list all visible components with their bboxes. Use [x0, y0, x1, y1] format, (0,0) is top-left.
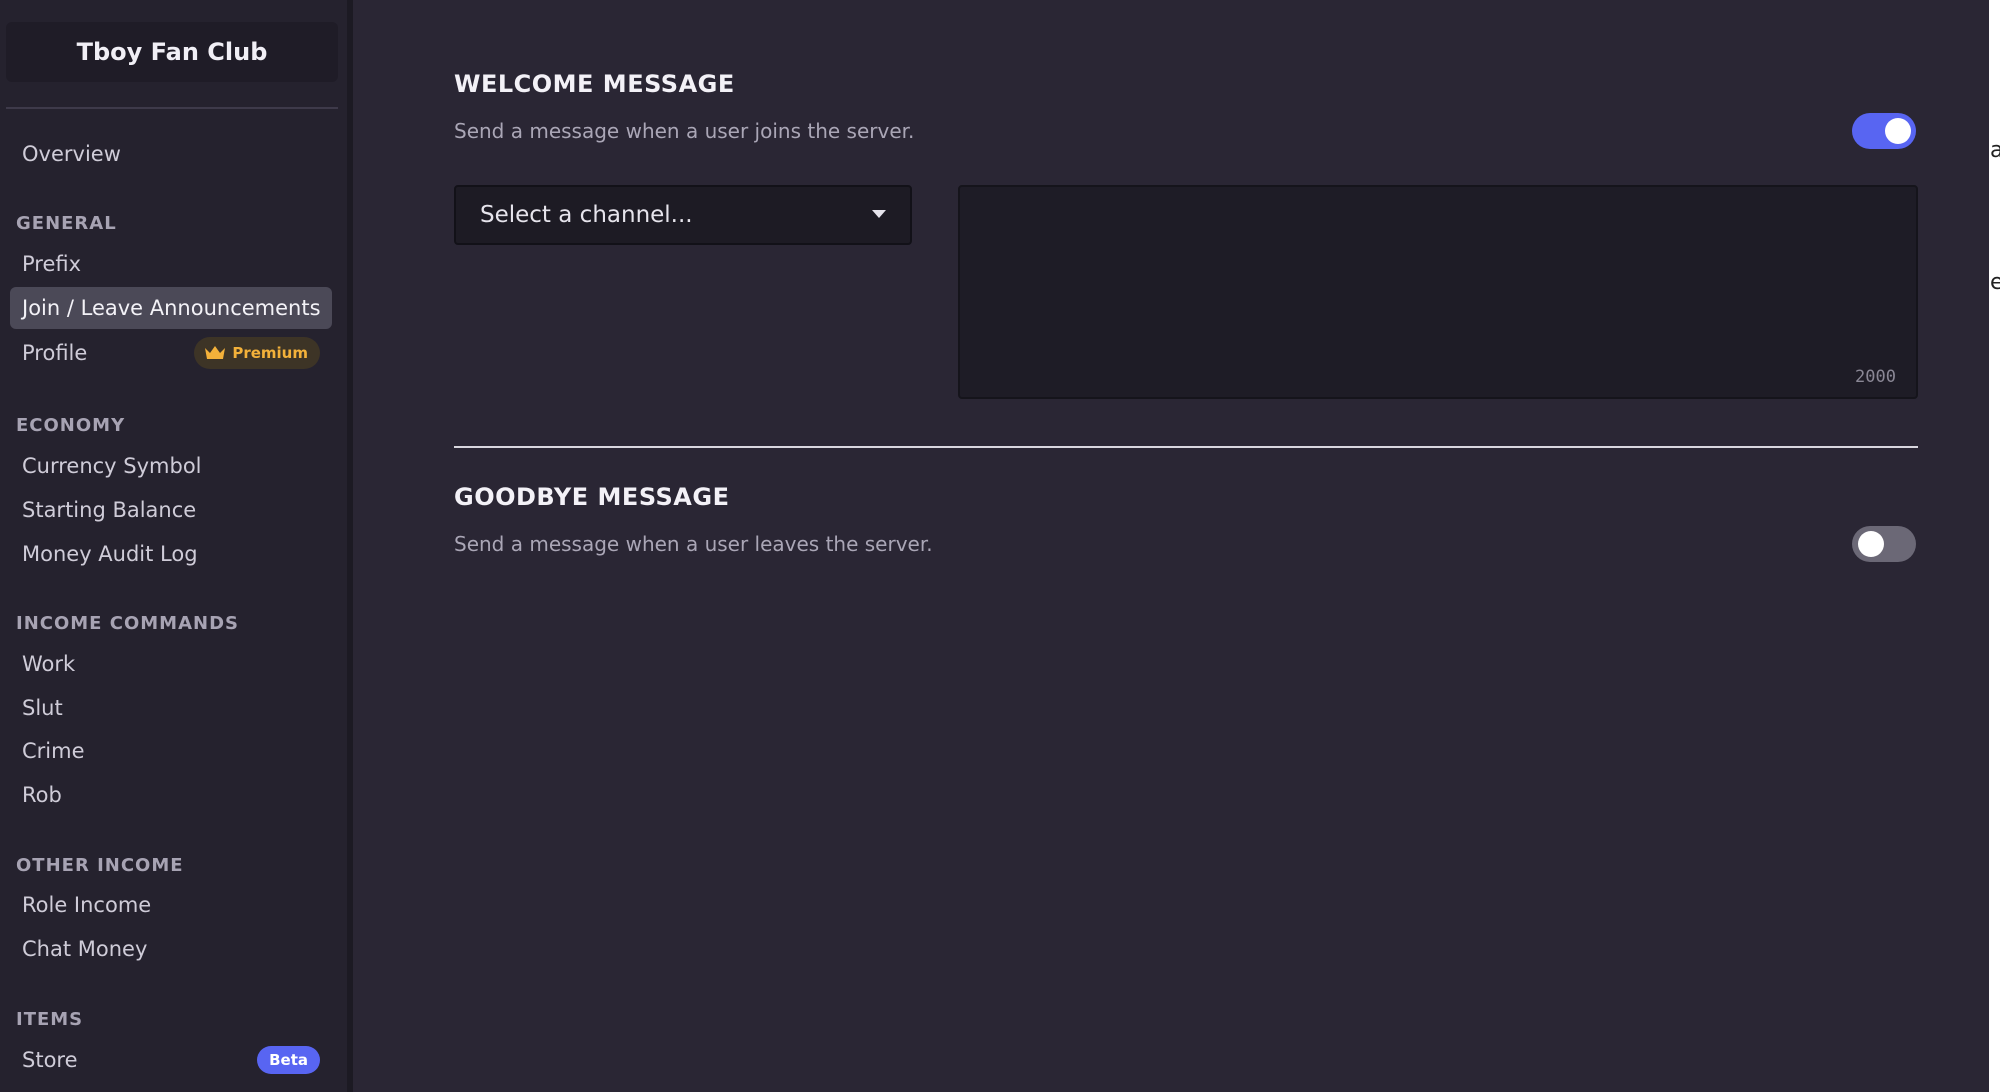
- caret-down-icon: [872, 210, 886, 218]
- section-label-income-commands: INCOME COMMANDS: [16, 613, 239, 634]
- sidebar-item-label: Store: [22, 1048, 78, 1072]
- sidebar-item-starting-balance[interactable]: Starting Balance: [10, 489, 332, 531]
- goodbye-message-description: Send a message when a user leaves the se…: [454, 532, 933, 556]
- sidebar-item-label: Join / Leave Announcements: [22, 296, 321, 320]
- welcome-channel-select[interactable]: Select a channel...: [454, 185, 912, 245]
- section-label-other-income: OTHER INCOME: [16, 855, 184, 876]
- edge-text-fragment: a: [1990, 138, 2000, 163]
- beta-badge: Beta: [257, 1046, 320, 1074]
- section-label-general: GENERAL: [16, 213, 117, 234]
- sidebar-item-label: Currency Symbol: [22, 454, 202, 478]
- sidebar-item-label: Role Income: [22, 893, 152, 917]
- sidebar-item-label: Slut: [22, 696, 63, 720]
- welcome-message-input[interactable]: 2000: [958, 185, 1918, 399]
- welcome-message-description: Send a message when a user joins the ser…: [454, 119, 915, 143]
- goodbye-message-title: GOODBYE MESSAGE: [454, 483, 730, 511]
- sidebar-item-label: Crime: [22, 739, 85, 763]
- section-label-items: ITEMS: [16, 1009, 84, 1030]
- goodbye-message-toggle[interactable]: [1852, 526, 1916, 562]
- sidebar-item-money-audit-log[interactable]: Money Audit Log: [10, 533, 332, 575]
- welcome-message-toggle[interactable]: [1852, 113, 1916, 149]
- premium-badge-label: Premium: [232, 344, 308, 362]
- sidebar-item-rob[interactable]: Rob: [10, 774, 332, 816]
- toggle-knob: [1885, 118, 1911, 144]
- server-name[interactable]: Tboy Fan Club: [6, 22, 338, 82]
- section-label-economy: ECONOMY: [16, 415, 126, 436]
- adjacent-window-edge: a e: [1989, 0, 2000, 1092]
- sidebar-item-join-leave-announcements[interactable]: Join / Leave Announcements: [10, 287, 332, 329]
- sidebar-item-role-income[interactable]: Role Income: [10, 884, 332, 926]
- sidebar-item-label: Rob: [22, 783, 62, 807]
- sidebar-item-store[interactable]: Store Beta: [10, 1039, 332, 1081]
- section-divider: [454, 446, 1918, 448]
- sidebar-item-label: Money Audit Log: [22, 542, 198, 566]
- sidebar: Tboy Fan Club Overview GENERAL Prefix Jo…: [0, 0, 353, 1092]
- edge-text-fragment: e: [1990, 270, 2000, 295]
- sidebar-item-crime[interactable]: Crime: [10, 730, 332, 772]
- sidebar-item-label: Chat Money: [22, 937, 148, 961]
- sidebar-divider: [6, 107, 338, 109]
- sidebar-item-chat-money[interactable]: Chat Money: [10, 928, 332, 970]
- sidebar-item-work[interactable]: Work: [10, 643, 332, 685]
- welcome-message-title: WELCOME MESSAGE: [454, 70, 735, 98]
- sidebar-item-currency-symbol[interactable]: Currency Symbol: [10, 445, 332, 487]
- premium-badge: Premium: [194, 337, 320, 369]
- sidebar-item-overview[interactable]: Overview: [10, 133, 332, 175]
- sidebar-item-label: Work: [22, 652, 76, 676]
- char-limit-counter: 2000: [1855, 367, 1896, 387]
- sidebar-item-label: Starting Balance: [22, 498, 197, 522]
- sidebar-item-prefix[interactable]: Prefix: [10, 243, 332, 285]
- sidebar-item-profile[interactable]: Profile Premium: [10, 332, 332, 374]
- sidebar-item-label: Prefix: [22, 252, 82, 276]
- crown-icon: [205, 346, 226, 359]
- sidebar-item-slut[interactable]: Slut: [10, 687, 332, 729]
- toggle-knob: [1858, 531, 1884, 557]
- sidebar-item-label: Profile: [22, 341, 88, 365]
- select-value: Select a channel...: [480, 202, 693, 228]
- sidebar-item-label: Overview: [22, 142, 121, 166]
- main-content: WELCOME MESSAGE Send a message when a us…: [359, 0, 1989, 1092]
